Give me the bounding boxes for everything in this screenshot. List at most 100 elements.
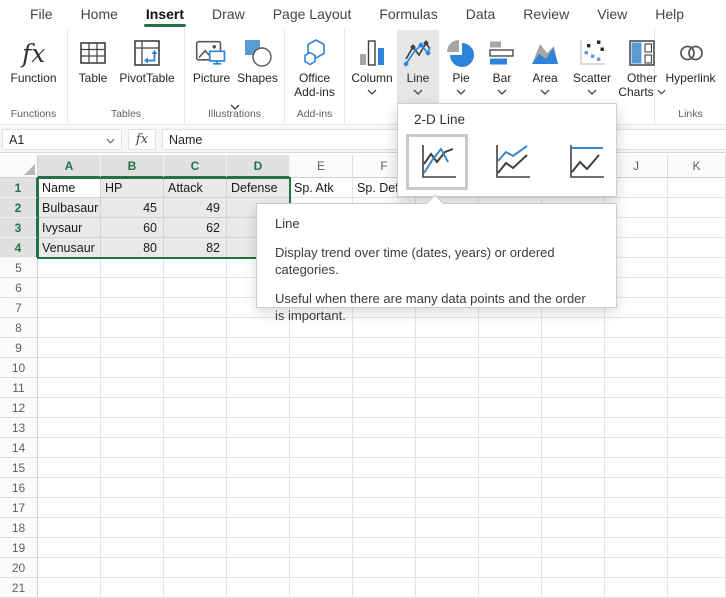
column-chart-button[interactable]: Column <box>351 30 393 104</box>
cell-A14[interactable] <box>38 438 101 458</box>
cell-B7[interactable] <box>101 298 164 318</box>
cell-K20[interactable] <box>668 558 726 578</box>
cell-A19[interactable] <box>38 538 101 558</box>
cell-K12[interactable] <box>668 398 726 418</box>
menu-formulas[interactable]: Formulas <box>365 0 451 28</box>
cell-K4[interactable] <box>668 238 726 258</box>
cell-C15[interactable] <box>164 458 227 478</box>
column-header-C[interactable]: C <box>164 155 227 178</box>
cell-C14[interactable] <box>164 438 227 458</box>
cell-F9[interactable] <box>353 338 416 358</box>
cell-C18[interactable] <box>164 518 227 538</box>
cell-H20[interactable] <box>479 558 542 578</box>
row-header-3[interactable]: 3 <box>0 218 38 238</box>
cell-B19[interactable] <box>101 538 164 558</box>
cell-I10[interactable] <box>542 358 605 378</box>
cell-F21[interactable] <box>353 578 416 598</box>
cell-G16[interactable] <box>416 478 479 498</box>
cell-A21[interactable] <box>38 578 101 598</box>
cell-K1[interactable] <box>668 178 726 198</box>
cell-B4[interactable]: 80 <box>101 238 164 258</box>
option-100-stacked-line[interactable] <box>554 134 616 190</box>
cell-C10[interactable] <box>164 358 227 378</box>
cell-A11[interactable] <box>38 378 101 398</box>
select-all-corner[interactable] <box>0 155 38 178</box>
cell-B15[interactable] <box>101 458 164 478</box>
cell-B9[interactable] <box>101 338 164 358</box>
cell-I17[interactable] <box>542 498 605 518</box>
cell-F11[interactable] <box>353 378 416 398</box>
row-header-15[interactable]: 15 <box>0 458 38 478</box>
cell-B2[interactable]: 45 <box>101 198 164 218</box>
cell-B18[interactable] <box>101 518 164 538</box>
cell-C2[interactable]: 49 <box>164 198 227 218</box>
cell-D11[interactable] <box>227 378 290 398</box>
cell-E20[interactable] <box>290 558 353 578</box>
cell-D15[interactable] <box>227 458 290 478</box>
cell-A2[interactable]: Bulbasaur <box>38 198 101 218</box>
cell-C5[interactable] <box>164 258 227 278</box>
cell-E21[interactable] <box>290 578 353 598</box>
cell-I15[interactable] <box>542 458 605 478</box>
cell-A18[interactable] <box>38 518 101 538</box>
cell-A6[interactable] <box>38 278 101 298</box>
option-stacked-line[interactable] <box>480 134 542 190</box>
cell-H9[interactable] <box>479 338 542 358</box>
cell-J17[interactable] <box>605 498 668 518</box>
row-header-11[interactable]: 11 <box>0 378 38 398</box>
cell-I11[interactable] <box>542 378 605 398</box>
cell-K10[interactable] <box>668 358 726 378</box>
cell-A20[interactable] <box>38 558 101 578</box>
cell-A7[interactable] <box>38 298 101 318</box>
cell-H13[interactable] <box>479 418 542 438</box>
cell-B21[interactable] <box>101 578 164 598</box>
cell-H12[interactable] <box>479 398 542 418</box>
menu-insert[interactable]: Insert <box>132 0 198 28</box>
cell-G15[interactable] <box>416 458 479 478</box>
menu-page-layout[interactable]: Page Layout <box>259 0 366 28</box>
cell-C21[interactable] <box>164 578 227 598</box>
cell-E16[interactable] <box>290 478 353 498</box>
cell-J11[interactable] <box>605 378 668 398</box>
cell-B16[interactable] <box>101 478 164 498</box>
cell-C12[interactable] <box>164 398 227 418</box>
cell-G9[interactable] <box>416 338 479 358</box>
cell-C3[interactable]: 62 <box>164 218 227 238</box>
cell-G18[interactable] <box>416 518 479 538</box>
cell-C9[interactable] <box>164 338 227 358</box>
cell-K13[interactable] <box>668 418 726 438</box>
row-header-7[interactable]: 7 <box>0 298 38 318</box>
cell-B8[interactable] <box>101 318 164 338</box>
cell-A17[interactable] <box>38 498 101 518</box>
cell-C1[interactable]: Attack <box>164 178 227 198</box>
row-header-10[interactable]: 10 <box>0 358 38 378</box>
row-header-16[interactable]: 16 <box>0 478 38 498</box>
cell-G14[interactable] <box>416 438 479 458</box>
cell-H14[interactable] <box>479 438 542 458</box>
cell-H11[interactable] <box>479 378 542 398</box>
cell-I14[interactable] <box>542 438 605 458</box>
cell-J13[interactable] <box>605 418 668 438</box>
column-header-E[interactable]: E <box>290 155 353 178</box>
cell-D16[interactable] <box>227 478 290 498</box>
cell-C8[interactable] <box>164 318 227 338</box>
row-header-8[interactable]: 8 <box>0 318 38 338</box>
menu-view[interactable]: View <box>583 0 641 28</box>
cell-B5[interactable] <box>101 258 164 278</box>
cell-E14[interactable] <box>290 438 353 458</box>
cell-D14[interactable] <box>227 438 290 458</box>
row-header-20[interactable]: 20 <box>0 558 38 578</box>
row-header-1[interactable]: 1 <box>0 178 38 198</box>
cell-F14[interactable] <box>353 438 416 458</box>
scatter-chart-button[interactable]: Scatter <box>569 30 615 104</box>
cell-D18[interactable] <box>227 518 290 538</box>
function-button[interactable]: fx Function <box>4 30 64 104</box>
cell-H15[interactable] <box>479 458 542 478</box>
pivottable-button[interactable]: PivotTable <box>114 30 180 104</box>
cell-E18[interactable] <box>290 518 353 538</box>
name-box[interactable]: A1 <box>2 129 122 150</box>
row-header-17[interactable]: 17 <box>0 498 38 518</box>
cell-B10[interactable] <box>101 358 164 378</box>
cell-B12[interactable] <box>101 398 164 418</box>
cell-A12[interactable] <box>38 398 101 418</box>
